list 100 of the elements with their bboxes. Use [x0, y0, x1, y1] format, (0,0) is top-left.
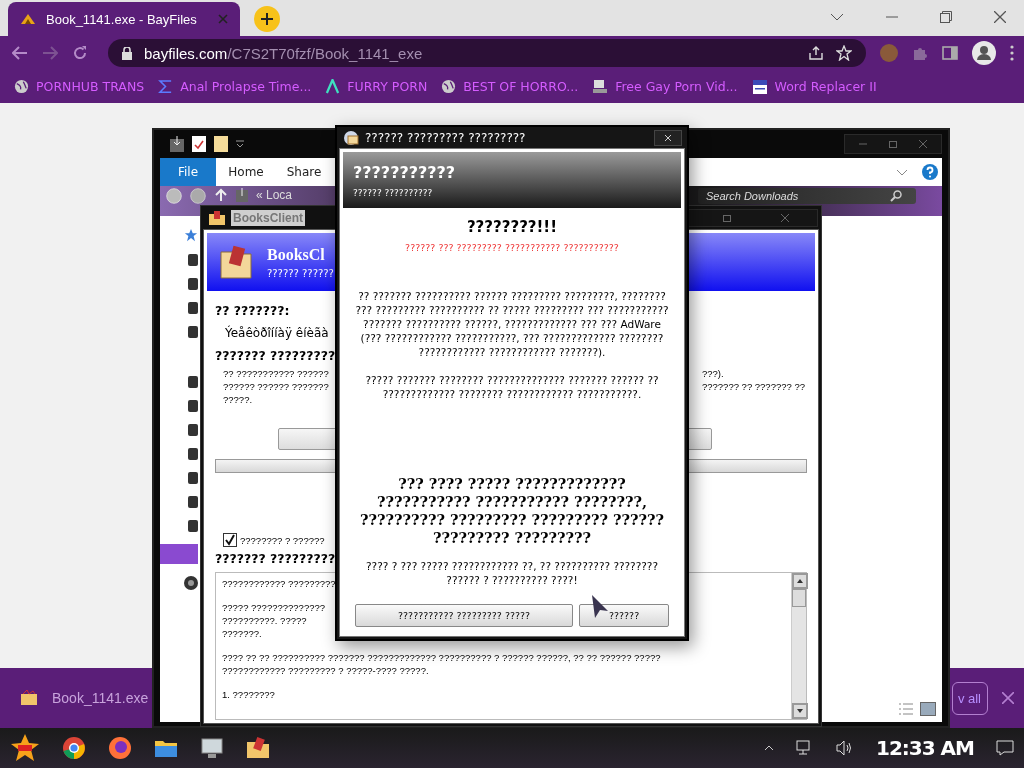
url-text: bayfiles.com/C7S2T70fzf/Book_1141_exe	[144, 44, 423, 62]
scroll-up-icon[interactable]	[792, 573, 808, 589]
restore-icon[interactable]	[940, 11, 952, 23]
site-icon	[20, 13, 36, 25]
show-all-button[interactable]: v all	[951, 681, 988, 715]
search-field[interactable]: Search Downloads	[698, 188, 916, 204]
item-icon[interactable]	[188, 448, 198, 460]
item-icon[interactable]	[188, 424, 198, 436]
browser-tab[interactable]: Book_1141.exe - BayFiles	[8, 2, 240, 36]
item-icon[interactable]	[188, 376, 198, 388]
lock-icon	[122, 46, 132, 60]
checkbox[interactable]	[223, 533, 237, 547]
bold-notice: ??? ???? ????? ????????????? ??????????? ??????????? ????????, ?????????? ????????? ????????? ?????? ????????? ?????????	[359, 475, 665, 547]
address-path[interactable]: « Loca	[256, 188, 293, 202]
monitor-icon[interactable]	[200, 737, 224, 759]
menu-icon[interactable]	[1010, 45, 1014, 61]
dialog-paragraph: ???? ? ??? ????? ???????????? ??, ?? ?????????? ???????? ?????? ? ?????????? ????!	[365, 559, 659, 587]
dropdown-icon[interactable]	[236, 140, 244, 148]
item-icon[interactable]	[188, 400, 198, 412]
address-bar[interactable]: bayfiles.com/C7S2T70fzf/Book_1141_exe	[108, 39, 866, 67]
scrollbar-thumb[interactable]	[792, 589, 806, 607]
section-heading: ??????? ?????????	[215, 348, 336, 363]
lambda-icon	[325, 79, 341, 94]
chevron-down-icon[interactable]	[896, 168, 908, 176]
sigma-icon	[158, 79, 174, 94]
search-icon	[890, 190, 902, 202]
side-panel-icon[interactable]	[942, 46, 958, 60]
bookmark[interactable]: Free Gay Porn Vid...	[592, 79, 738, 94]
item-icon[interactable]	[188, 520, 198, 532]
scroll-down-icon[interactable]	[792, 703, 808, 719]
item-icon[interactable]	[188, 278, 198, 290]
scrollbar[interactable]	[791, 573, 806, 719]
info-text: ?? ??????????? ?????? ?????? ?????? ??????? ?????.	[223, 367, 329, 406]
field-value: Ýeåêòðîííàÿ êíèãà	[225, 326, 329, 340]
share-icon[interactable]	[808, 46, 824, 60]
book-folder-icon[interactable]	[246, 737, 270, 759]
star-icon[interactable]	[836, 45, 852, 61]
thumbnail-view-icon[interactable]	[920, 702, 936, 716]
puzzle-icon[interactable]	[912, 45, 928, 61]
item-icon[interactable]	[188, 302, 198, 314]
new-tab-icon[interactable]	[254, 6, 280, 32]
globe-icon	[441, 79, 457, 94]
chevron-up-icon[interactable]	[764, 745, 774, 751]
close-icon[interactable]	[654, 130, 682, 146]
back-icon[interactable]	[12, 46, 28, 60]
dialog-paragraph: ?? ??????? ?????????? ?????? ????????? ?????????, ???????? ??? ????????? ?????????? ?? ????? ????????? ??? ??????????? ??????? ?????????? ??????, ????????????? ??? ??? AdWare (??? ???????????? ???????????, ??? ????????????? ???????? ???????????? ???????????? ???????).	[354, 289, 670, 359]
disc-icon[interactable]	[184, 576, 198, 590]
bookmark[interactable]: PORNHUB TRANS	[14, 79, 145, 94]
ribbon-tab[interactable]: File	[160, 158, 216, 186]
info-text: ???). ??????? ?? ??????? ??	[701, 367, 806, 394]
dialog-button[interactable]: ??????????? ????????? ?????	[355, 604, 574, 627]
license-paragraph: 1. ????????	[222, 688, 275, 701]
folder-icon[interactable]	[154, 738, 178, 758]
star-burst-icon[interactable]	[10, 733, 40, 763]
dialog-title: ?????? ????????? ?????????	[365, 131, 526, 145]
book-folder-icon	[219, 244, 253, 280]
dialog-paragraph: ????? ??????? ???????? ?????????????? ??????? ?????? ?? ????????????? ???????? ???????????? ???????????.	[364, 373, 660, 401]
item-icon[interactable]	[188, 254, 198, 266]
chrome-icon[interactable]	[62, 736, 86, 760]
header-title: ???????????	[353, 162, 457, 182]
speaker-icon[interactable]	[836, 740, 854, 756]
header-subtitle: ?????? ??????????	[353, 187, 434, 198]
checklist-icon[interactable]	[192, 136, 206, 152]
field-label: ?? ???????:	[215, 303, 290, 318]
maximize-icon[interactable]	[723, 214, 731, 222]
globe-icon	[14, 79, 29, 94]
item-icon[interactable]	[188, 472, 198, 484]
reload-icon[interactable]	[72, 45, 88, 61]
chevron-down-icon[interactable]	[830, 13, 844, 21]
license-paragraph: ???????????? ?????????	[222, 577, 336, 590]
help-icon[interactable]	[922, 164, 938, 180]
download-file-name[interactable]: Book_1141.exe	[52, 690, 149, 706]
license-paragraph: ???? ?? ?? ?????????? ??????? ????????????? ?????????? ? ?????? ??????, ?? ?? ?????? ????? ???????????? ????????? ? ?????-???? ?????.	[222, 651, 661, 677]
clock[interactable]: 12:33 AM	[876, 736, 974, 760]
document-icon	[751, 78, 768, 95]
maximize-icon[interactable]	[889, 140, 897, 148]
mouse-cursor-icon	[591, 594, 609, 620]
profile-icon[interactable]	[972, 41, 996, 65]
envelope-icon	[343, 130, 359, 146]
firefox-icon[interactable]	[108, 736, 132, 760]
dialog-button[interactable]: ??????	[579, 604, 669, 627]
section-heading: ??????? ?????????	[215, 551, 336, 566]
header-subtitle: ?????? ??????	[267, 267, 334, 279]
tab-title: Book_1141.exe - BayFiles	[46, 11, 198, 27]
bookmark[interactable]: BEST OF HORRO...	[441, 79, 579, 94]
warning-text: ?????? ??? ????????? ??????????? ???????????	[405, 242, 619, 253]
book-folder-icon	[209, 211, 225, 225]
up-arrow-icon[interactable]	[214, 188, 228, 202]
dialog-heading: ????????!!!	[466, 218, 558, 236]
star-icon[interactable]	[184, 228, 198, 242]
computer-icon	[592, 79, 609, 94]
bookmark[interactable]: Anal Prolapse Time...	[158, 79, 312, 94]
checkbox-label[interactable]: ???????? ? ??????	[240, 533, 325, 547]
item-icon[interactable]	[188, 496, 198, 508]
bookmark[interactable]: FURRY PORN	[325, 79, 428, 94]
archive-icon	[20, 690, 38, 706]
close-icon[interactable]	[994, 11, 1006, 23]
notification-icon[interactable]	[996, 740, 1014, 756]
item-icon[interactable]	[188, 326, 198, 338]
bookmark[interactable]: Word Replacer II	[751, 78, 877, 95]
